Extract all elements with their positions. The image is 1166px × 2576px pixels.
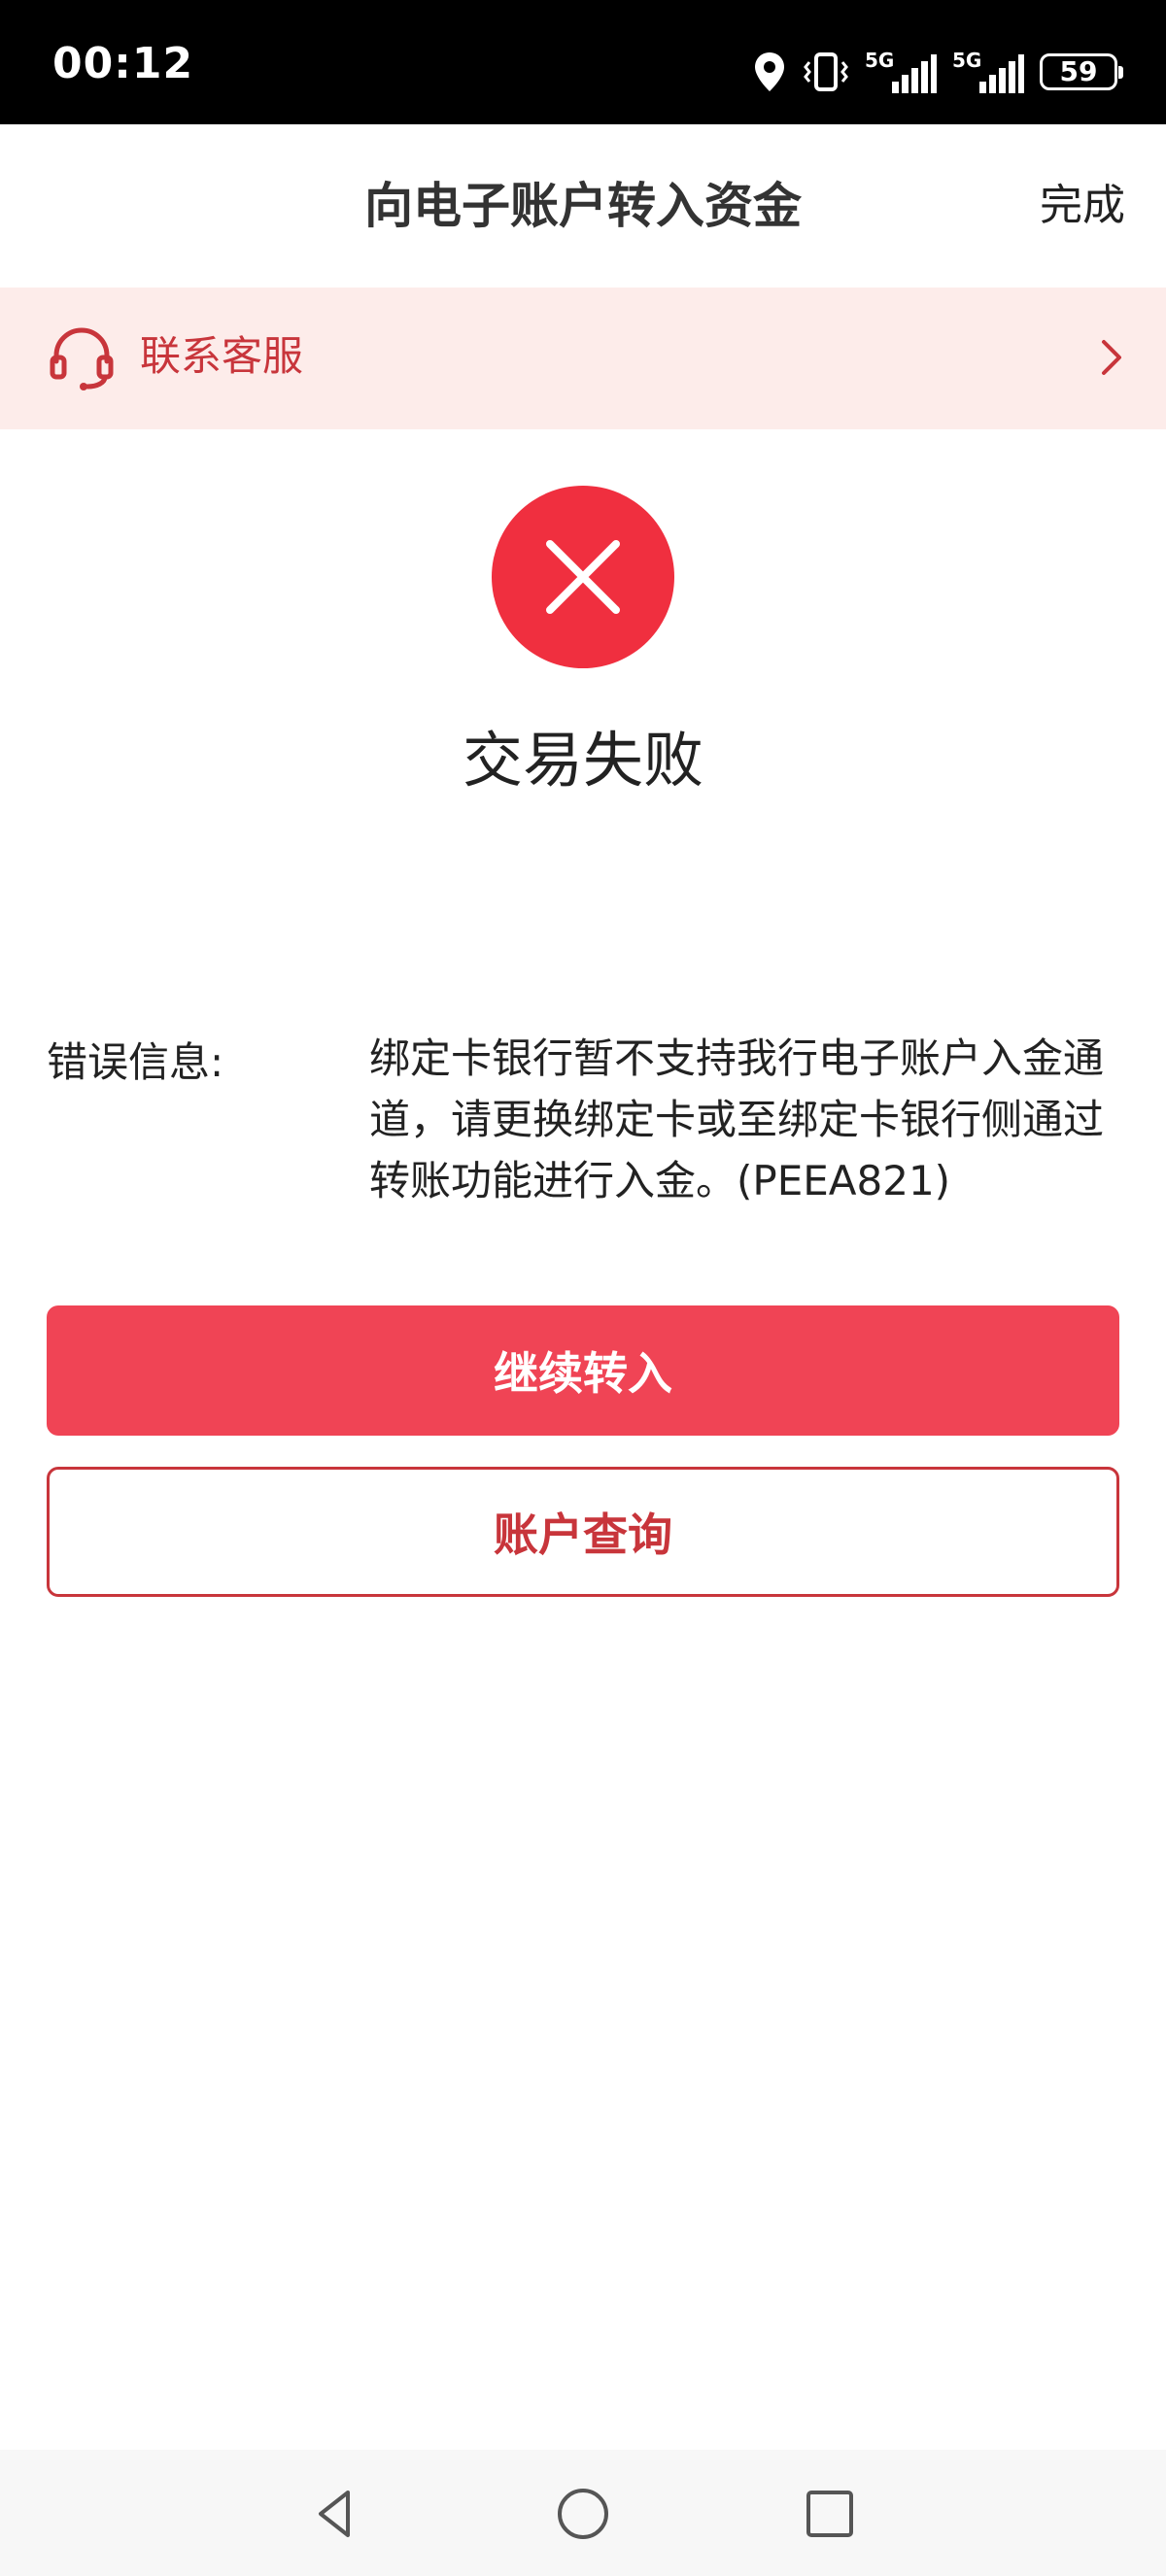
done-button[interactable]: 完成	[1040, 181, 1125, 232]
square-recent-icon[interactable]	[801, 2485, 859, 2543]
headset-icon	[50, 327, 114, 390]
circle-home-icon[interactable]	[554, 2485, 612, 2543]
account-query-button[interactable]: 账户查询	[47, 1467, 1119, 1597]
status-icons: 5G 5G 59	[752, 49, 1123, 95]
status-bar: 00:12 5G 5G 59	[0, 0, 1166, 124]
battery-icon: 59	[1040, 53, 1123, 90]
error-info-message: 绑定卡银行暂不支持我行电子账户入金通道，请更换绑定卡或至绑定卡银行侧通过转账功能…	[369, 1034, 1105, 1204]
result-title: 交易失败	[462, 725, 703, 796]
error-info-label: 错误信息:	[47, 1038, 224, 1086]
contact-service-banner[interactable]: 联系客服	[0, 288, 1166, 429]
continue-transfer-button[interactable]: 继续转入	[47, 1305, 1119, 1436]
app-header: 向电子账户转入资金 完成	[0, 124, 1166, 288]
close-x-icon	[546, 540, 620, 614]
signal-1: 5G	[865, 51, 937, 93]
vibrate-icon	[804, 52, 848, 91]
contact-service-label: 联系客服	[140, 332, 304, 380]
status-time: 00:12	[52, 39, 194, 88]
triangle-back-icon[interactable]	[307, 2485, 365, 2543]
page-title: 向电子账户转入资金	[364, 178, 802, 234]
battery-level: 59	[1059, 55, 1098, 87]
location-pin-icon	[755, 52, 784, 91]
signal-bars-icon	[892, 54, 937, 93]
chevron-right-icon	[1102, 340, 1121, 375]
failure-status-icon	[492, 486, 674, 668]
signal-bars-icon	[979, 54, 1024, 93]
signal-2: 5G	[952, 51, 1024, 93]
system-nav-bar	[0, 2450, 1166, 2576]
